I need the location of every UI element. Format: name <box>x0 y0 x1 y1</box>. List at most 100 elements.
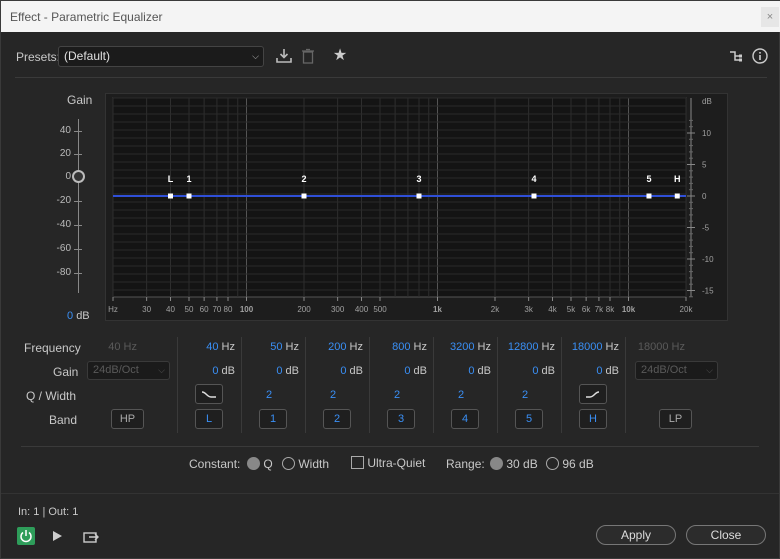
db-tick-label: 5 <box>702 161 707 170</box>
db-unit-label: dB <box>702 97 712 106</box>
trash-icon[interactable] <box>299 47 317 65</box>
band-q[interactable]: 2 <box>445 389 477 401</box>
db-tick-label: -10 <box>702 255 714 264</box>
band-q[interactable]: 2 <box>381 389 413 401</box>
band-frequency[interactable]: 800 Hz <box>365 341 427 353</box>
freq-tick-label: 2k <box>491 305 500 314</box>
band-frequency[interactable]: 12800 Hz <box>493 341 555 353</box>
presets-dropdown[interactable]: (Default) ⌵ <box>58 46 264 67</box>
db-tick-label: -5 <box>702 224 710 233</box>
band-q[interactable]: 2 <box>317 389 349 401</box>
band-frequency[interactable]: 3200 Hz <box>429 341 491 353</box>
freq-tick-label: 80 <box>224 305 233 314</box>
band-q[interactable]: 2 <box>509 389 541 401</box>
db-tick-label: -15 <box>702 287 714 296</box>
band-gain[interactable]: 0 dB <box>365 365 427 377</box>
freq-tick-label: 60 <box>200 305 209 314</box>
io-status: In: 1 | Out: 1 <box>18 506 79 518</box>
eq-graph[interactable]: dB 10 5 0 -5 -10 -15 Hz 30 40 50 60 70 80 100 200 300 400… <box>105 93 728 321</box>
lp-slope-dropdown: 24dB/Oct ⌵ <box>635 361 718 380</box>
gain-tick-label: 20 <box>59 148 71 159</box>
freq-tick-label: 8k <box>606 305 615 314</box>
play-icon[interactable] <box>48 527 66 545</box>
gain-readout[interactable]: 0 dB <box>67 310 90 322</box>
gain-tick-label: -80 <box>56 267 71 278</box>
star-icon[interactable]: ★ <box>331 47 349 65</box>
band-node <box>646 193 652 199</box>
band-button[interactable]: 3 <box>387 409 415 429</box>
chevron-down-icon: ⌵ <box>252 51 259 61</box>
gain-tick-label: -20 <box>56 195 71 206</box>
high-shelf-icon[interactable] <box>579 384 607 404</box>
band-gain[interactable]: 0 dB <box>557 365 619 377</box>
presets-value: (Default) <box>64 49 111 63</box>
divider <box>21 446 759 447</box>
constant-q-radio[interactable]: Q <box>247 457 273 471</box>
info-icon[interactable] <box>751 47 769 65</box>
chevron-down-icon: ⌵ <box>158 365 165 375</box>
band-frequency[interactable]: 200 Hz <box>301 341 363 353</box>
download-icon[interactable] <box>275 47 293 65</box>
band-frequency[interactable]: 40 Hz <box>173 341 235 353</box>
gain-axis-line <box>78 119 79 293</box>
freq-tick-label: 20k <box>680 305 694 314</box>
apply-button[interactable]: Apply <box>596 525 676 545</box>
power-icon[interactable] <box>17 527 35 545</box>
band-node <box>167 193 173 199</box>
band-gain[interactable]: 0 dB <box>173 365 235 377</box>
lp-band-button[interactable]: LP <box>659 409 692 429</box>
band-button[interactable]: 1 <box>259 409 287 429</box>
freq-tick-label: 50 <box>185 305 194 314</box>
band-gain[interactable]: 0 dB <box>429 365 491 377</box>
radio-icon <box>546 457 559 470</box>
band-node <box>301 193 307 199</box>
gain-axis-label: Gain <box>67 93 93 107</box>
divider <box>1 493 779 494</box>
hp-band-button[interactable]: HP <box>111 409 144 429</box>
checkbox-icon <box>351 456 364 469</box>
effect-window: Effect - Parametric Equalizer × Presets:… <box>0 0 780 559</box>
ultra-quiet-checkbox[interactable]: Ultra-Quiet <box>351 456 425 470</box>
window-title: Effect - Parametric Equalizer <box>10 10 163 24</box>
band-q[interactable]: 2 <box>253 389 285 401</box>
routing-icon[interactable] <box>727 47 745 65</box>
freq-tick-label: 500 <box>373 305 387 314</box>
freq-tick-label: 10k <box>622 305 636 314</box>
hp-slope-dropdown: 24dB/Oct ⌵ <box>87 361 170 380</box>
band-button[interactable]: H <box>579 409 607 429</box>
graph-plot-area <box>112 97 687 298</box>
band-gain[interactable]: 0 dB <box>237 365 299 377</box>
close-button[interactable]: Close <box>686 525 766 545</box>
freq-tick-label: 3k <box>524 305 533 314</box>
gain-tick-label: 40 <box>59 125 71 136</box>
band-gain[interactable]: 0 dB <box>493 365 555 377</box>
range-label: Range: <box>446 457 485 471</box>
gain-knob[interactable] <box>72 170 85 183</box>
band-button[interactable]: 5 <box>515 409 543 429</box>
band-node-label: H <box>674 174 681 184</box>
constant-width-radio[interactable]: Width <box>282 457 329 471</box>
constant-label: Constant: <box>189 457 241 471</box>
band-button[interactable]: L <box>195 409 223 429</box>
band-node <box>674 193 680 199</box>
freq-tick-label: 4k <box>548 305 557 314</box>
export-icon[interactable] <box>82 527 100 545</box>
freq-tick-label: 6k <box>582 305 591 314</box>
freq-tick-label: 300 <box>331 305 345 314</box>
range-96-radio[interactable]: 96 dB <box>546 457 594 471</box>
freq-tick-label: 70 <box>212 305 221 314</box>
band-gain[interactable]: 0 dB <box>301 365 363 377</box>
band-node <box>531 193 537 199</box>
low-shelf-icon[interactable] <box>195 384 223 404</box>
band-frequency[interactable]: 50 Hz <box>237 341 299 353</box>
band-frequency[interactable]: 18000 Hz <box>557 341 619 353</box>
divider <box>15 77 767 78</box>
close-window-icon[interactable]: × <box>761 7 779 27</box>
range-30-radio[interactable]: 30 dB <box>490 457 538 471</box>
band-button[interactable]: 2 <box>323 409 351 429</box>
band-button[interactable]: 4 <box>451 409 479 429</box>
band-node <box>186 193 192 199</box>
gain-tick-label: -40 <box>56 219 71 230</box>
freq-tick-label: 200 <box>297 305 311 314</box>
lp-frequency: 18000 Hz <box>637 341 685 353</box>
